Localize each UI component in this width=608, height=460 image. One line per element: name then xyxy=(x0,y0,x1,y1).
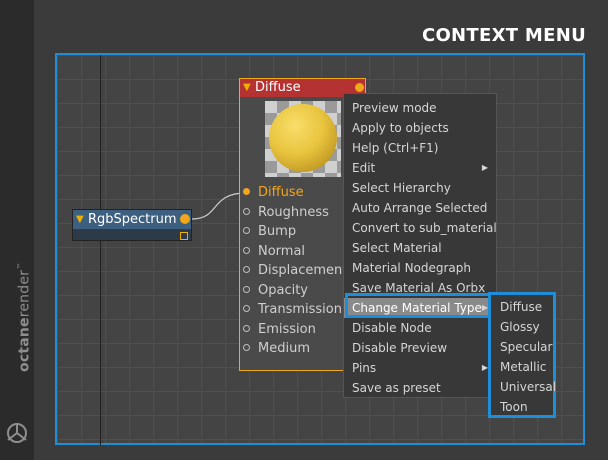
rgbspectrum-node-title: RgbSpectrum xyxy=(88,212,177,227)
input-pin-label: Bump xyxy=(258,224,297,239)
submenu-item-label: Diffuse xyxy=(500,300,543,314)
menu-item[interactable]: Disable Node xyxy=(344,318,496,338)
menu-item-label: Select Hierarchy xyxy=(352,181,451,195)
menu-item-label: Preview mode xyxy=(352,101,437,115)
input-pin-icon[interactable] xyxy=(243,285,250,293)
material-preview xyxy=(265,101,341,177)
submenu-item-label: Universal xyxy=(500,380,557,394)
rgbspectrum-node-header[interactable]: ▼ RgbSpectrum xyxy=(73,210,191,229)
menu-item[interactable]: Disable Preview xyxy=(344,338,496,358)
submenu-item-label: Glossy xyxy=(500,320,540,334)
input-pin-label: Opacity xyxy=(258,282,309,298)
output-pin-icon[interactable] xyxy=(355,83,364,92)
left-sidebar-strip: octanerender™ xyxy=(0,0,34,460)
menu-item[interactable]: Preview mode xyxy=(344,98,496,118)
input-pin-label: Roughness xyxy=(258,204,329,220)
input-pin-icon[interactable] xyxy=(243,344,250,351)
menu-item[interactable]: Apply to objects xyxy=(344,118,496,138)
rgbspectrum-node[interactable]: ▼ RgbSpectrum xyxy=(72,209,192,241)
octane-render-brand: octanerender™ xyxy=(16,261,33,372)
collapse-triangle-icon[interactable]: ▼ xyxy=(243,79,251,97)
submenu-item[interactable]: Metallic xyxy=(491,357,553,377)
resize-handle-icon[interactable] xyxy=(180,232,188,240)
submenu-item[interactable]: Universal xyxy=(491,377,557,397)
output-pin-icon[interactable] xyxy=(180,214,190,224)
menu-item[interactable]: Convert to sub_material xyxy=(344,218,497,238)
menu-item-label: Edit xyxy=(352,161,376,175)
change-material-type-submenu: Diffuse Glossy Specular Metallic Universal To… xyxy=(488,292,556,418)
page-title: CONTEXT MENU xyxy=(421,25,586,46)
menu-item-label: Disable Node xyxy=(352,321,432,335)
input-pin-icon[interactable] xyxy=(243,207,250,215)
submenu-item[interactable]: Glossy xyxy=(491,317,553,337)
input-pin-label: Transmission xyxy=(258,302,342,317)
input-pin-label: Medium xyxy=(258,341,310,356)
menu-item-label: Help (Ctrl+F1) xyxy=(352,141,439,155)
menu-item[interactable]: Select Hierarchy xyxy=(344,178,496,198)
menu-item-label: Material Nodegraph xyxy=(352,261,472,275)
input-pin-icon[interactable] xyxy=(243,227,250,234)
menu-item[interactable]: Edit ▶ xyxy=(344,158,496,178)
yellow-sphere-preview xyxy=(269,104,337,172)
submenu-item-label: Specular xyxy=(500,340,553,354)
menu-item[interactable]: Material Nodegraph xyxy=(344,258,496,278)
menu-item[interactable]: Auto Arrange Selected xyxy=(344,198,496,218)
input-pin-label: Displacement xyxy=(258,263,348,278)
input-pin-icon[interactable] xyxy=(243,305,250,312)
menu-item[interactable]: Pins ▶ xyxy=(344,358,496,378)
menu-item-label: Auto Arrange Selected xyxy=(352,201,488,215)
input-pin-icon[interactable] xyxy=(243,266,250,273)
submenu-item[interactable]: Diffuse xyxy=(491,297,553,317)
submenu-arrow-icon: ▶ xyxy=(481,163,488,172)
input-pin-icon[interactable] xyxy=(243,324,250,332)
input-pin-label: Emission xyxy=(258,321,316,337)
graph-divider-line xyxy=(100,55,101,445)
input-pin-icon[interactable] xyxy=(243,246,250,254)
submenu-item[interactable]: Specular xyxy=(491,337,553,357)
menu-item-label: Convert to sub_material xyxy=(352,221,497,235)
menu-item-label: Disable Preview xyxy=(352,341,448,355)
highlight-frame xyxy=(345,293,494,318)
octane-logo-icon xyxy=(7,423,27,443)
diffuse-node-title: Diffuse xyxy=(255,80,301,95)
menu-item-label: Pins xyxy=(352,361,377,375)
context-menu: Preview mode Apply to objects Help (Ctrl+F… xyxy=(343,93,497,398)
menu-item[interactable]: Select Material xyxy=(344,238,496,258)
menu-item-label: Save as preset xyxy=(352,381,441,395)
submenu-item-label: Toon xyxy=(500,400,528,414)
input-pin-icon[interactable] xyxy=(243,188,250,195)
menu-item-label: Apply to objects xyxy=(352,121,449,135)
submenu-item[interactable]: Toon xyxy=(491,397,553,417)
menu-item-label: Select Material xyxy=(352,241,442,255)
input-pin-label: Diffuse xyxy=(258,185,304,200)
menu-item[interactable]: Help (Ctrl+F1) xyxy=(344,138,496,158)
collapse-triangle-icon[interactable]: ▼ xyxy=(76,210,84,229)
submenu-item-label: Metallic xyxy=(500,360,547,374)
input-pin-label: Normal xyxy=(258,243,306,259)
menu-item[interactable]: Save as preset xyxy=(344,378,496,398)
